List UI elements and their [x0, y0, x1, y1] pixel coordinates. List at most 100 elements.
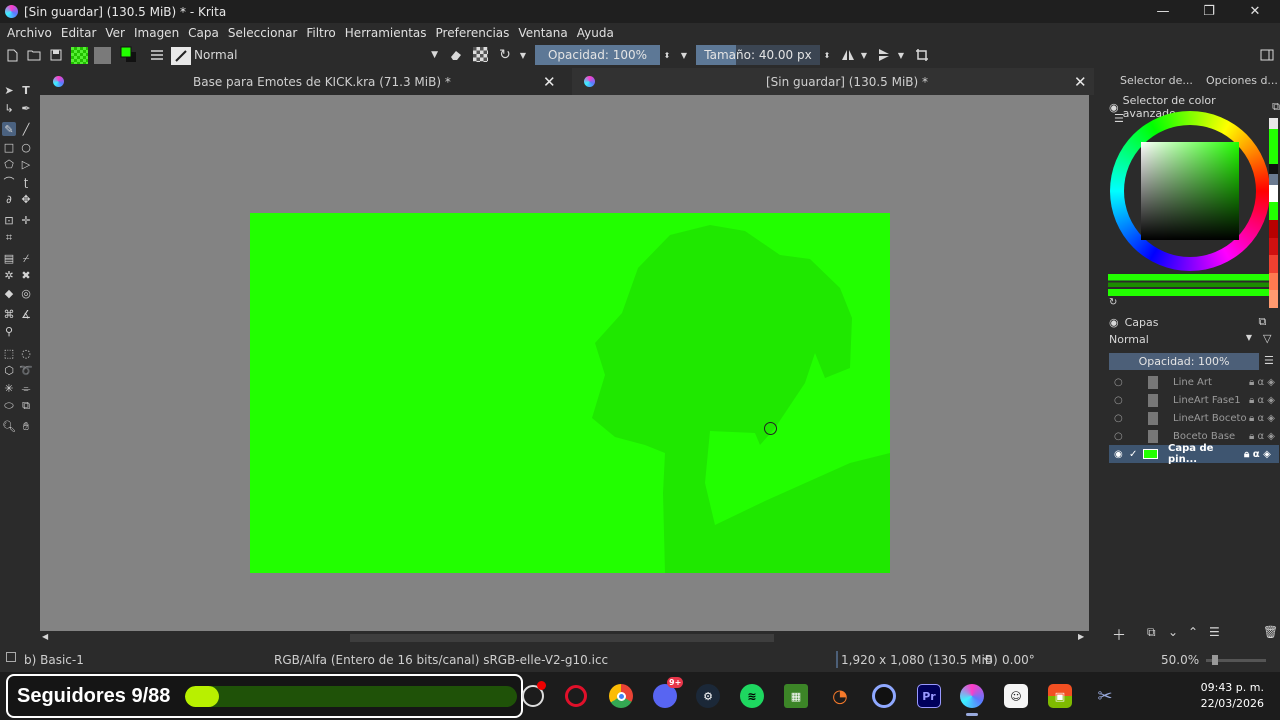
- size-spin-icon[interactable]: ⬍: [822, 47, 832, 63]
- menu-seleccionar[interactable]: Seleccionar: [228, 26, 297, 40]
- eye-icon[interactable]: ◉: [1109, 316, 1119, 329]
- visibility-icon[interactable]: ○: [1114, 413, 1124, 424]
- filter-icon[interactable]: ▽: [1263, 332, 1271, 345]
- chrome-icon[interactable]: [609, 684, 633, 708]
- edit-shapes-tool-icon[interactable]: ↳: [2, 101, 16, 115]
- chevron-down-icon[interactable]: ▼: [518, 47, 528, 63]
- brush-preset-icon[interactable]: [171, 47, 191, 65]
- rotation-icon[interactable]: ⟲: [983, 653, 992, 666]
- zoom-tool-icon[interactable]: 🔍︎: [2, 419, 16, 433]
- brush-settings-icon[interactable]: [149, 47, 164, 63]
- mirror-horizontal-icon[interactable]: [840, 47, 856, 63]
- bezier-tool-icon[interactable]: ⌒: [2, 175, 16, 189]
- menu-preferencias[interactable]: Preferencias: [436, 26, 510, 40]
- reference-tool-icon[interactable]: ⚲: [2, 324, 16, 338]
- dock-toggle-icon[interactable]: [1259, 47, 1275, 63]
- similar-select-tool-icon[interactable]: ⌯: [19, 381, 33, 395]
- rect-select-tool-icon[interactable]: ⬚: [2, 346, 16, 360]
- steam-icon[interactable]: ⚙: [696, 684, 720, 708]
- freehand-select-tool-icon[interactable]: ➰: [19, 363, 33, 377]
- opera-icon[interactable]: [565, 685, 587, 707]
- chat-app-icon[interactable]: ☺: [1004, 684, 1028, 708]
- fill-tool-icon[interactable]: ◆: [2, 286, 16, 300]
- menu-editar[interactable]: Editar: [61, 26, 97, 40]
- cinema4d-icon[interactable]: [872, 684, 896, 708]
- chevron-down-icon[interactable]: ▼: [678, 47, 690, 63]
- bezier-select-tool-icon[interactable]: ⬭: [2, 398, 16, 412]
- tab-color-selector[interactable]: Selector de...: [1120, 68, 1193, 92]
- mirror-vertical-icon[interactable]: [876, 47, 892, 63]
- menu-archivo[interactable]: Archivo: [7, 26, 52, 40]
- menu-ver[interactable]: Ver: [105, 26, 125, 40]
- polygon-tool-icon[interactable]: ⬠: [2, 157, 16, 171]
- blender-icon[interactable]: ◔: [828, 684, 852, 708]
- krita-taskbar-icon[interactable]: [960, 684, 984, 708]
- layer-options-icon[interactable]: ☰: [1264, 354, 1274, 367]
- hue-slider[interactable]: [1108, 274, 1270, 296]
- refresh-colors-icon[interactable]: ↻: [1109, 297, 1117, 308]
- spotify-icon[interactable]: ≋: [740, 684, 764, 708]
- freehand-path-tool-icon[interactable]: ʈ: [19, 175, 33, 189]
- layer-menu-icon[interactable]: ☰: [1209, 625, 1220, 639]
- crop-tool-icon[interactable]: ⌗: [2, 230, 16, 244]
- opacity-spin-icon[interactable]: ⬍: [662, 47, 672, 63]
- transform-tool-icon[interactable]: ⊡: [2, 213, 16, 227]
- layer-row[interactable]: ○ Line Art 🔒︎ α ◈: [1109, 373, 1279, 391]
- magnetic-select-tool-icon[interactable]: ⧉: [19, 398, 33, 412]
- smart-patch-tool-icon[interactable]: ✖: [19, 268, 33, 282]
- layers-blend-mode-select[interactable]: Normal ▼: [1109, 333, 1252, 348]
- measure-tool-icon[interactable]: ∡: [19, 307, 33, 321]
- pattern-swatch-icon[interactable]: [94, 47, 111, 64]
- calligraphy-tool-icon[interactable]: ✒: [19, 101, 33, 115]
- pan-tool-icon[interactable]: ✋︎: [19, 419, 33, 433]
- blend-mode-select[interactable]: Normal ▼: [194, 47, 438, 63]
- menu-ayuda[interactable]: Ayuda: [577, 26, 614, 40]
- tab-sin-guardar[interactable]: [Sin guardar] (130.5 MiB) * ✕: [572, 68, 1094, 95]
- snipping-tool-icon[interactable]: ✂: [1093, 684, 1117, 708]
- layer-row[interactable]: ○ LineArt Fase1 🔒︎ α ◈: [1109, 391, 1279, 409]
- vertical-scrollbar[interactable]: [1089, 95, 1104, 645]
- zoom-handle[interactable]: [1212, 655, 1218, 665]
- dynamic-brush-tool-icon[interactable]: ∂: [2, 192, 16, 206]
- layer-move-down-icon[interactable]: ⌄: [1168, 625, 1178, 639]
- document-canvas[interactable]: [250, 213, 890, 573]
- polyline-tool-icon[interactable]: ▷: [19, 157, 33, 171]
- layer-move-up-icon[interactable]: ⌃: [1188, 625, 1198, 639]
- tab-tool-options[interactable]: Opciones d...: [1206, 68, 1278, 92]
- close-button[interactable]: ✕: [1232, 0, 1278, 23]
- multibrush-tool-icon[interactable]: ✥: [19, 192, 33, 206]
- open-folder-icon[interactable]: [26, 47, 42, 63]
- system-clock[interactable]: 09:43 p. m. 22/03/2026: [1201, 680, 1264, 712]
- wrap-around-icon[interactable]: [914, 47, 930, 63]
- save-icon[interactable]: [48, 47, 64, 63]
- restore-button[interactable]: ❐: [1186, 0, 1232, 23]
- fg-bg-color-icon[interactable]: [120, 46, 138, 63]
- obs-icon[interactable]: [522, 681, 546, 707]
- ms-store-icon[interactable]: ▣: [1048, 684, 1072, 708]
- layer-row[interactable]: ○ LineArt Boceto 🔒︎ α ◈: [1109, 409, 1279, 427]
- move-tool-icon[interactable]: ✛: [19, 213, 33, 227]
- alpha-lock-icon[interactable]: [473, 47, 488, 62]
- horizontal-scrollbar[interactable]: ◀ ▶: [40, 631, 1089, 645]
- contiguous-select-tool-icon[interactable]: ✳: [2, 381, 16, 395]
- scrollbar-thumb[interactable]: [350, 634, 774, 642]
- brush-preset-icon[interactable]: [6, 652, 16, 662]
- premiere-icon[interactable]: Pr: [917, 684, 941, 708]
- minecraft-icon[interactable]: ▦: [784, 684, 808, 708]
- opacity-slider[interactable]: Opacidad: 100%: [535, 45, 660, 65]
- layer-opacity-slider[interactable]: Opacidad: 100%: [1109, 353, 1259, 370]
- gradient-tool-icon[interactable]: ▤: [2, 251, 16, 265]
- ellipse-tool-icon[interactable]: ○: [19, 140, 33, 154]
- assistant-tool-icon[interactable]: ⌘: [2, 307, 16, 321]
- color-settings-icon[interactable]: ☰: [1114, 112, 1124, 125]
- menu-imagen[interactable]: Imagen: [134, 26, 179, 40]
- menu-ventana[interactable]: Ventana: [518, 26, 567, 40]
- delete-layer-icon[interactable]: 🗑︎: [1263, 625, 1278, 639]
- enclose-fill-tool-icon[interactable]: ◎: [19, 286, 33, 300]
- color-picker-tool-icon[interactable]: ⌿: [19, 251, 33, 265]
- visibility-icon[interactable]: ○: [1114, 431, 1124, 442]
- freehand-brush-tool-icon[interactable]: ✎: [2, 122, 16, 136]
- minimize-button[interactable]: —: [1140, 0, 1186, 23]
- float-panel-icon[interactable]: ⧉: [1259, 315, 1267, 329]
- polygon-select-tool-icon[interactable]: ⬡: [2, 363, 16, 377]
